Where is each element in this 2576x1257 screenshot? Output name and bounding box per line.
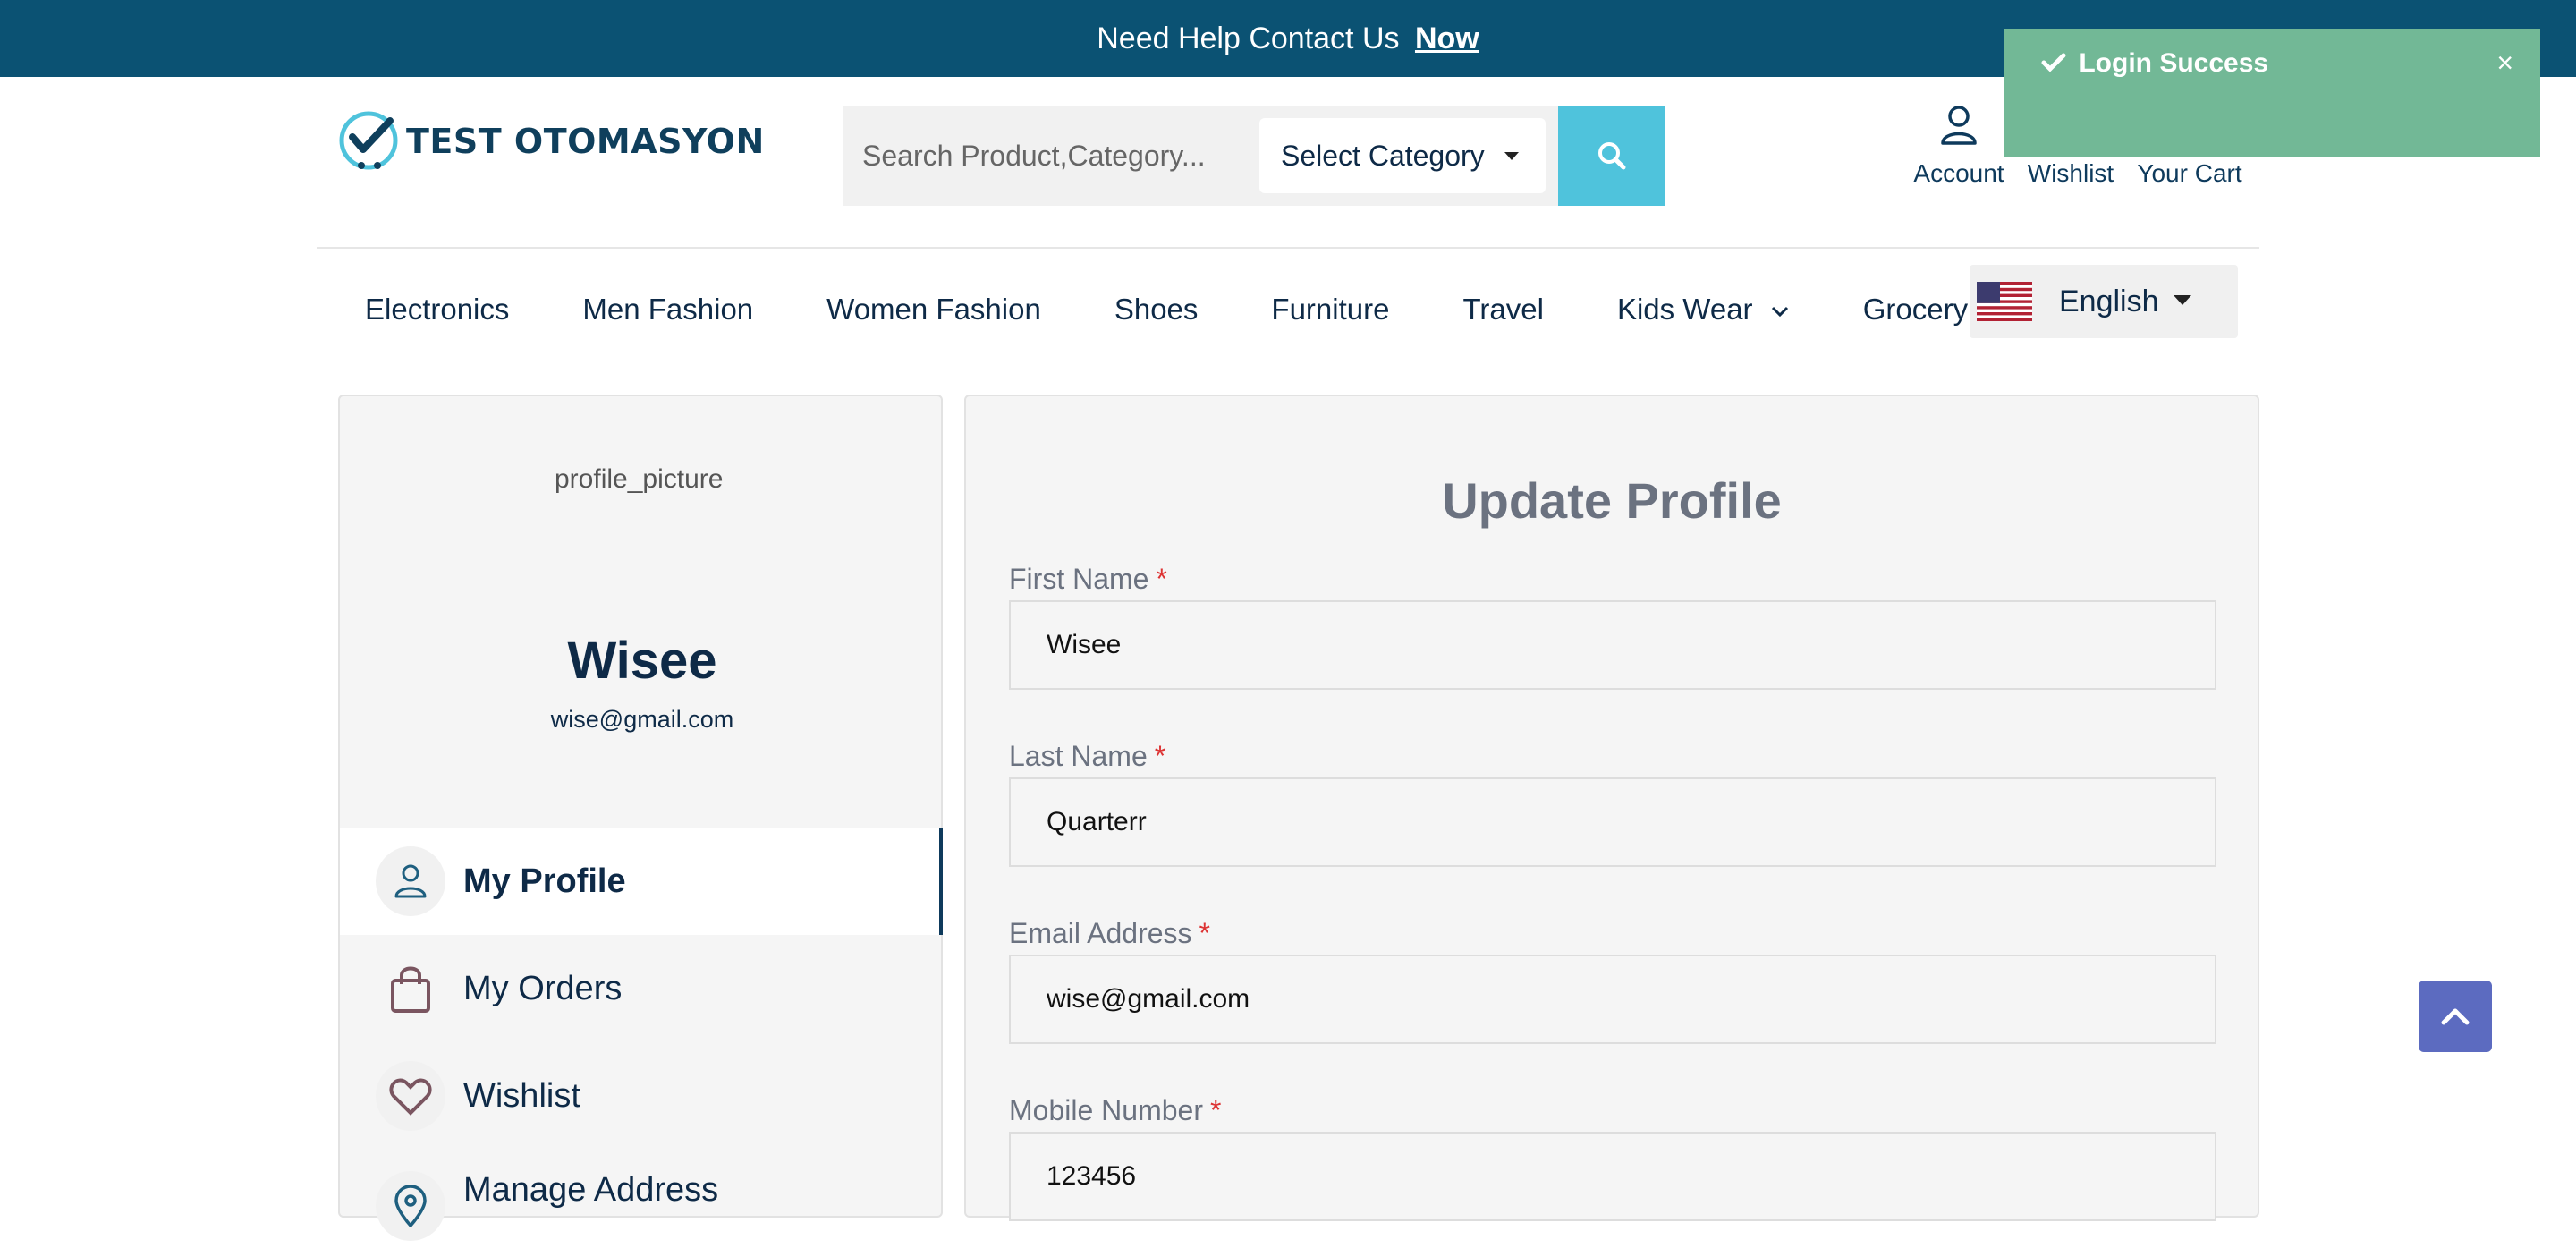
toast-message: Login Success xyxy=(2079,48,2269,78)
required-mark: * xyxy=(1154,740,1166,772)
mobile-field[interactable] xyxy=(1009,1132,2216,1221)
nav-item-travel[interactable]: Travel xyxy=(1462,293,1543,327)
chevron-down-icon xyxy=(1771,307,1788,318)
nav-item-women-fashion[interactable]: Women Fashion xyxy=(826,293,1041,327)
location-pin-icon xyxy=(376,1171,445,1241)
nav-item-grocery[interactable]: Grocery xyxy=(1863,293,1968,327)
required-mark: * xyxy=(1199,917,1210,949)
wishlist-label: Wishlist xyxy=(2027,159,2114,187)
logo-text: TEST OTOMASYON xyxy=(406,122,765,161)
search-button[interactable] xyxy=(1558,106,1665,206)
sidebar-item-label: Wishlist xyxy=(463,1076,580,1115)
sidebar-item-wishlist[interactable]: Wishlist xyxy=(340,1042,943,1150)
profile-picture: profile_picture xyxy=(555,464,724,494)
nav-item-shoes[interactable]: Shoes xyxy=(1114,293,1199,327)
search-input[interactable] xyxy=(843,106,1254,206)
required-mark: * xyxy=(1156,563,1167,595)
chevron-up-icon xyxy=(2441,1008,2470,1025)
account-label: Account xyxy=(1913,159,2004,187)
category-select[interactable]: Select Category xyxy=(1259,118,1546,193)
search-bar: Select Category xyxy=(843,106,1665,206)
last-name-label: Last Name * xyxy=(1009,740,1165,773)
update-profile-panel: Update Profile First Name* Last Name* Em… xyxy=(964,395,2259,1221)
nav-item-electronics[interactable]: Electronics xyxy=(365,293,509,327)
account-link[interactable]: Account xyxy=(1913,104,2004,187)
email-label: Email Address * xyxy=(1009,917,1210,950)
last-name-label-text: Last Name xyxy=(1009,740,1148,772)
caret-down-icon xyxy=(1504,152,1519,160)
profile-sidebar: profile_picture Wisee wise@gmail.com My … xyxy=(338,395,943,1241)
header-divider xyxy=(317,247,2259,249)
us-flag-icon xyxy=(1977,282,2032,321)
first-name-label: First Name * xyxy=(1009,563,1167,596)
last-name-field[interactable] xyxy=(1009,777,2216,867)
check-icon xyxy=(2041,53,2066,72)
site-logo[interactable]: TEST OTOMASYON xyxy=(338,107,765,175)
heart-icon xyxy=(376,1061,445,1131)
category-select-label: Select Category xyxy=(1281,139,1485,172)
bag-icon xyxy=(376,954,445,1023)
nav-item-men-fashion[interactable]: Men Fashion xyxy=(582,293,753,327)
scroll-to-top-button[interactable] xyxy=(2419,981,2492,1052)
logo-cart-icon xyxy=(339,111,398,170)
cart-label: Your Cart xyxy=(2137,159,2242,187)
page-title: Update Profile xyxy=(1442,472,1782,529)
profile-name: Wisee xyxy=(567,632,717,690)
sidebar-item-my-profile[interactable]: My Profile xyxy=(340,828,943,935)
language-label: English xyxy=(2059,284,2159,318)
required-mark: * xyxy=(1209,1094,1222,1126)
profile-email: wise@gmail.com xyxy=(550,706,734,733)
user-icon xyxy=(376,846,445,916)
first-name-label-text: First Name xyxy=(1009,563,1149,595)
language-select[interactable]: English xyxy=(1970,265,2238,338)
help-text: Need Help Contact Us xyxy=(1097,21,1400,55)
mobile-label-text: Mobile Number xyxy=(1009,1094,1203,1126)
sidebar-item-my-orders[interactable]: My Orders xyxy=(340,935,943,1042)
email-field[interactable] xyxy=(1009,955,2216,1044)
sidebar-item-label: My Orders xyxy=(463,969,623,1007)
sidebar-item-label: My Profile xyxy=(463,862,626,900)
sidebar-item-manage-address[interactable]: Manage Address xyxy=(340,1150,943,1257)
first-name-field[interactable] xyxy=(1009,600,2216,690)
user-icon xyxy=(1941,106,1977,145)
login-toast: Login Success × xyxy=(2004,29,2540,157)
contact-now-link[interactable]: Now xyxy=(1415,21,1479,55)
mobile-label: Mobile Number * xyxy=(1009,1094,1221,1127)
category-nav: Electronics Men Fashion Women Fashion Sh… xyxy=(365,283,1968,336)
search-icon xyxy=(1598,142,1626,170)
nav-item-kids-wear-label: Kids Wear xyxy=(1616,293,1753,326)
nav-item-kids-wear[interactable]: Kids Wear xyxy=(1617,293,1790,327)
caret-down-icon xyxy=(2174,295,2191,305)
toast-close-button[interactable]: × xyxy=(2496,47,2513,80)
nav-item-furniture[interactable]: Furniture xyxy=(1271,293,1389,327)
email-label-text: Email Address xyxy=(1009,917,1192,949)
